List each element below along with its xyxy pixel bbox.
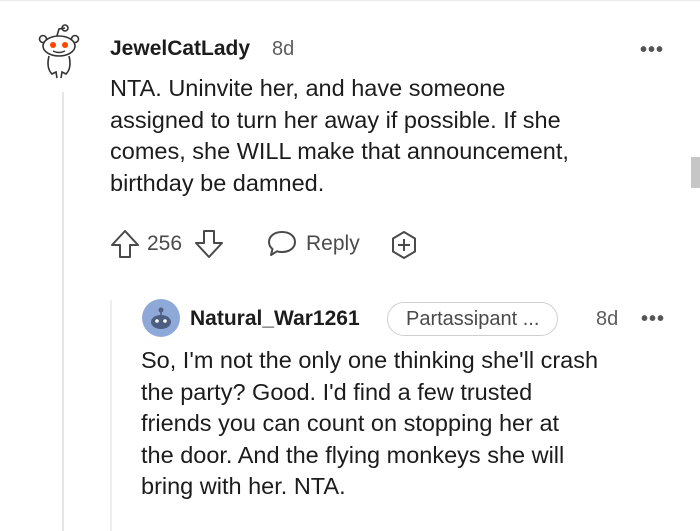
reply-line: the party? Good. I'd find a few trusted [141,378,533,405]
comment-bubble-icon [268,231,296,256]
comment-author[interactable]: JewelCatLady [110,37,250,61]
comment-age: 8d [272,38,295,60]
score-count: 256 [147,232,183,255]
comment-line: comes, she WILL make that announcement, [110,138,569,164]
snoo-avatar-icon [38,24,80,79]
reply-line: friends you can count on stopping her at [141,410,560,436]
reply-line: bring with her. NTA. [141,473,346,499]
avatar[interactable] [34,22,84,82]
award-button[interactable] [388,229,420,261]
reply-thread-line[interactable] [110,300,112,531]
scrollbar-thumb[interactable] [691,157,700,188]
reply-button[interactable]: Reply [266,229,360,259]
avatar[interactable] [141,298,181,338]
reply-body: So, I'm not the only one thinking she'll… [141,345,598,503]
user-flair: Partassipant ... [387,302,559,336]
reply-age: 8d [596,308,619,330]
downvote-button[interactable] [194,228,224,260]
downvote-icon [195,230,223,258]
more-options-icon[interactable]: ••• [641,309,665,329]
upvote-button[interactable] [110,228,140,260]
award-plus-icon [392,231,416,259]
reply-line: So, I'm not the only one thinking she'll… [141,347,599,373]
reply-line: the door. And the flying monkeys she wil… [141,441,565,468]
comment-line: NTA. Uninvite her, and have someone [110,75,506,101]
comment-body: NTA. Uninvite her, and have someone assi… [110,73,569,199]
vote-score: 256 [147,232,182,256]
snoo-avatar-blue-icon [142,299,180,337]
top-divider [0,0,700,1]
reply-author[interactable]: Natural_War1261 [190,307,360,331]
more-options-icon[interactable]: ••• [640,40,664,60]
thread-collapse-line[interactable] [62,92,64,531]
comment-line: assigned to turn her away if possible. I… [110,106,561,133]
upvote-icon [111,230,139,258]
comment-line: birthday be damned. [110,169,325,196]
reply-label: Reply [306,232,360,255]
